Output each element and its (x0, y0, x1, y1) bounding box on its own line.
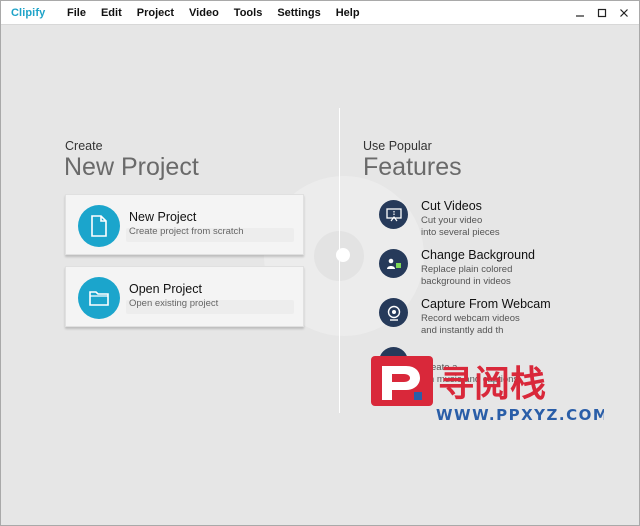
new-project-desc: Create project from scratch (129, 226, 244, 237)
change-background-icon (379, 249, 408, 278)
divider-dot (336, 248, 350, 262)
document-icon (78, 205, 120, 247)
menu-settings[interactable]: Settings (277, 7, 320, 19)
new-project-label: New Project (129, 210, 197, 224)
folder-icon (78, 277, 120, 319)
watermark-chinese-text: 寻阅栈 (438, 364, 546, 405)
create-title: New Project (64, 153, 199, 181)
menu-video[interactable]: Video (189, 7, 219, 19)
desc-line: background in videos (421, 275, 511, 287)
window-controls (569, 4, 635, 21)
desc-line: and instantly add th (421, 324, 504, 336)
capture-webcam-desc: Record webcam videos and instantly add t… (421, 313, 571, 336)
close-icon (620, 8, 628, 17)
desc-line: Replace plain colored (421, 264, 513, 275)
menu-file[interactable]: File (67, 7, 86, 19)
desc-line: Record webcam videos (421, 313, 520, 324)
watermark-logo: 寻阅栈 WWW.PPXYZ.COM (371, 356, 604, 424)
maximize-button[interactable] (591, 4, 613, 21)
cut-videos-desc: Cut your video into several pieces (421, 215, 571, 238)
open-project-label: Open Project (129, 282, 202, 296)
menu-edit[interactable]: Edit (101, 7, 122, 19)
desc-line: into several pieces (421, 226, 500, 238)
feature-cut-videos[interactable]: Cut Videos Cut your video into several p… (379, 199, 619, 245)
minimize-button[interactable] (569, 4, 591, 21)
watermark-url-text: WWW.PPXYZ.COM (436, 406, 604, 424)
cut-videos-title: Cut Videos (421, 199, 482, 213)
features-subtitle: Use Popular (363, 139, 432, 153)
title-bar: Clipify File Edit Project Video Tools Se… (1, 1, 639, 25)
menu-bar: File Edit Project Video Tools Settings H… (67, 7, 375, 19)
new-project-card[interactable]: New Project Create project from scratch (65, 194, 304, 255)
change-background-desc: Replace plain colored background in vide… (421, 264, 571, 287)
app-logo: Clipify (11, 7, 46, 19)
cut-video-icon (379, 200, 408, 229)
feature-capture-webcam[interactable]: Capture From Webcam Record webcam videos… (379, 297, 619, 343)
open-project-desc: Open existing project (129, 298, 219, 309)
create-subtitle: Create (65, 139, 103, 153)
capture-webcam-title: Capture From Webcam (421, 297, 551, 311)
open-project-card[interactable]: Open Project Open existing project (65, 266, 304, 327)
features-title: Features (363, 153, 462, 181)
change-background-title: Change Background (421, 248, 535, 262)
maximize-icon (597, 8, 607, 17)
desc-line: Cut your video (421, 215, 483, 226)
menu-project[interactable]: Project (137, 7, 174, 19)
main-content: Create New Project New Project Create pr… (2, 26, 640, 526)
menu-help[interactable]: Help (336, 7, 360, 19)
menu-tools[interactable]: Tools (234, 7, 263, 19)
webcam-icon (379, 298, 408, 327)
minimize-icon (576, 14, 584, 17)
close-button[interactable] (613, 4, 635, 21)
feature-change-background[interactable]: Change Background Replace plain colored … (379, 248, 619, 294)
app-window: Clipify File Edit Project Video Tools Se… (0, 0, 640, 526)
